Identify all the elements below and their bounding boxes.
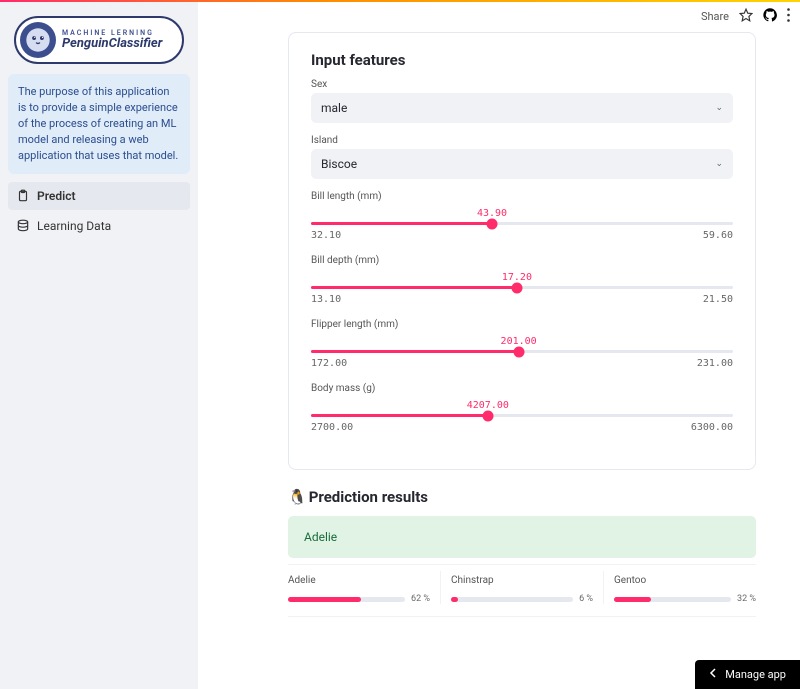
slider-3[interactable]: [311, 414, 733, 417]
prob-bar: [451, 597, 573, 602]
database-icon: [16, 219, 30, 233]
slider-max-3: 6300.00: [691, 422, 733, 433]
slider-label-0: Bill length (mm): [311, 191, 733, 202]
main-content: Input features Sex male ⌄ Island Biscoe ⌄ Bil…: [198, 2, 800, 689]
manage-app-label: Manage app: [725, 668, 786, 681]
chevron-down-icon: ⌄: [715, 159, 723, 169]
penguin-logo-icon: [20, 22, 56, 58]
slider-fill: [311, 286, 517, 289]
slider-min-2: 172.00: [311, 358, 347, 369]
prob-cell-adelie: Adelie 62 %: [288, 571, 441, 604]
nav-item-learning-data[interactable]: Learning Data: [8, 212, 190, 240]
app-logo: MACHINE LERNING PenguinClassifier: [14, 16, 184, 64]
prob-pct: 32 %: [737, 594, 756, 604]
results-heading-text: Prediction results: [309, 488, 428, 506]
results-heading: 🐧Prediction results: [288, 488, 756, 506]
slider-max-1: 21.50: [703, 294, 733, 305]
slider-1[interactable]: [311, 286, 733, 289]
prob-bar: [288, 597, 405, 602]
slider-thumb[interactable]: [482, 410, 493, 421]
input-features-heading: Input features: [311, 51, 733, 69]
probability-row: Adelie 62 % Chinstrap 6 % Gentoo 32 %: [288, 564, 756, 617]
slider-fill: [311, 414, 488, 417]
predicted-species: Adelie: [288, 516, 756, 558]
prob-fill: [614, 597, 651, 602]
nav-item-predict[interactable]: Predict: [8, 182, 190, 210]
select-value: Biscoe: [321, 157, 357, 171]
prob-name: Gentoo: [614, 575, 756, 586]
select-island[interactable]: Biscoe ⌄: [311, 149, 733, 179]
select-label-1: Island: [311, 135, 733, 146]
slider-max-0: 59.60: [703, 230, 733, 241]
slider-min-1: 13.10: [311, 294, 341, 305]
app-description: The purpose of this application is to pr…: [8, 74, 190, 174]
slider-max-2: 231.00: [697, 358, 733, 369]
slider-label-1: Bill depth (mm): [311, 255, 733, 266]
prob-pct: 6 %: [579, 594, 593, 604]
penguin-icon: 🐧: [288, 488, 307, 506]
input-features-card: Input features Sex male ⌄ Island Biscoe ⌄ Bil…: [288, 32, 756, 470]
select-label-0: Sex: [311, 79, 733, 90]
slider-0[interactable]: [311, 222, 733, 225]
slider-fill: [311, 350, 519, 353]
slider-fill: [311, 222, 492, 225]
manage-app-button[interactable]: Manage app: [695, 660, 800, 689]
sidebar-nav: Predict Learning Data: [8, 182, 190, 240]
chevron-left-icon: [709, 668, 717, 681]
slider-min-0: 32.10: [311, 230, 341, 241]
nav-label: Learning Data: [37, 219, 111, 233]
chevron-down-icon: ⌄: [715, 103, 723, 113]
prob-pct: 62 %: [411, 594, 430, 604]
select-value: male: [321, 101, 347, 115]
slider-2[interactable]: [311, 350, 733, 353]
prob-name: Chinstrap: [451, 575, 593, 586]
slider-thumb[interactable]: [513, 346, 524, 357]
slider-min-3: 2700.00: [311, 422, 353, 433]
slider-thumb[interactable]: [511, 282, 522, 293]
prob-fill: [451, 597, 458, 602]
nav-label: Predict: [37, 189, 76, 203]
prob-cell-gentoo: Gentoo 32 %: [604, 571, 756, 604]
logo-name: PenguinClassifier: [62, 37, 162, 50]
prob-name: Adelie: [288, 575, 430, 586]
select-sex[interactable]: male ⌄: [311, 93, 733, 123]
sidebar: MACHINE LERNING PenguinClassifier The pu…: [0, 2, 198, 689]
slider-label-3: Body mass (g): [311, 383, 733, 394]
slider-label-2: Flipper length (mm): [311, 319, 733, 330]
clipboard-icon: [16, 189, 30, 203]
slider-thumb[interactable]: [487, 218, 498, 229]
prob-bar: [614, 597, 731, 602]
prob-fill: [288, 597, 361, 602]
prob-cell-chinstrap: Chinstrap 6 %: [441, 571, 604, 604]
